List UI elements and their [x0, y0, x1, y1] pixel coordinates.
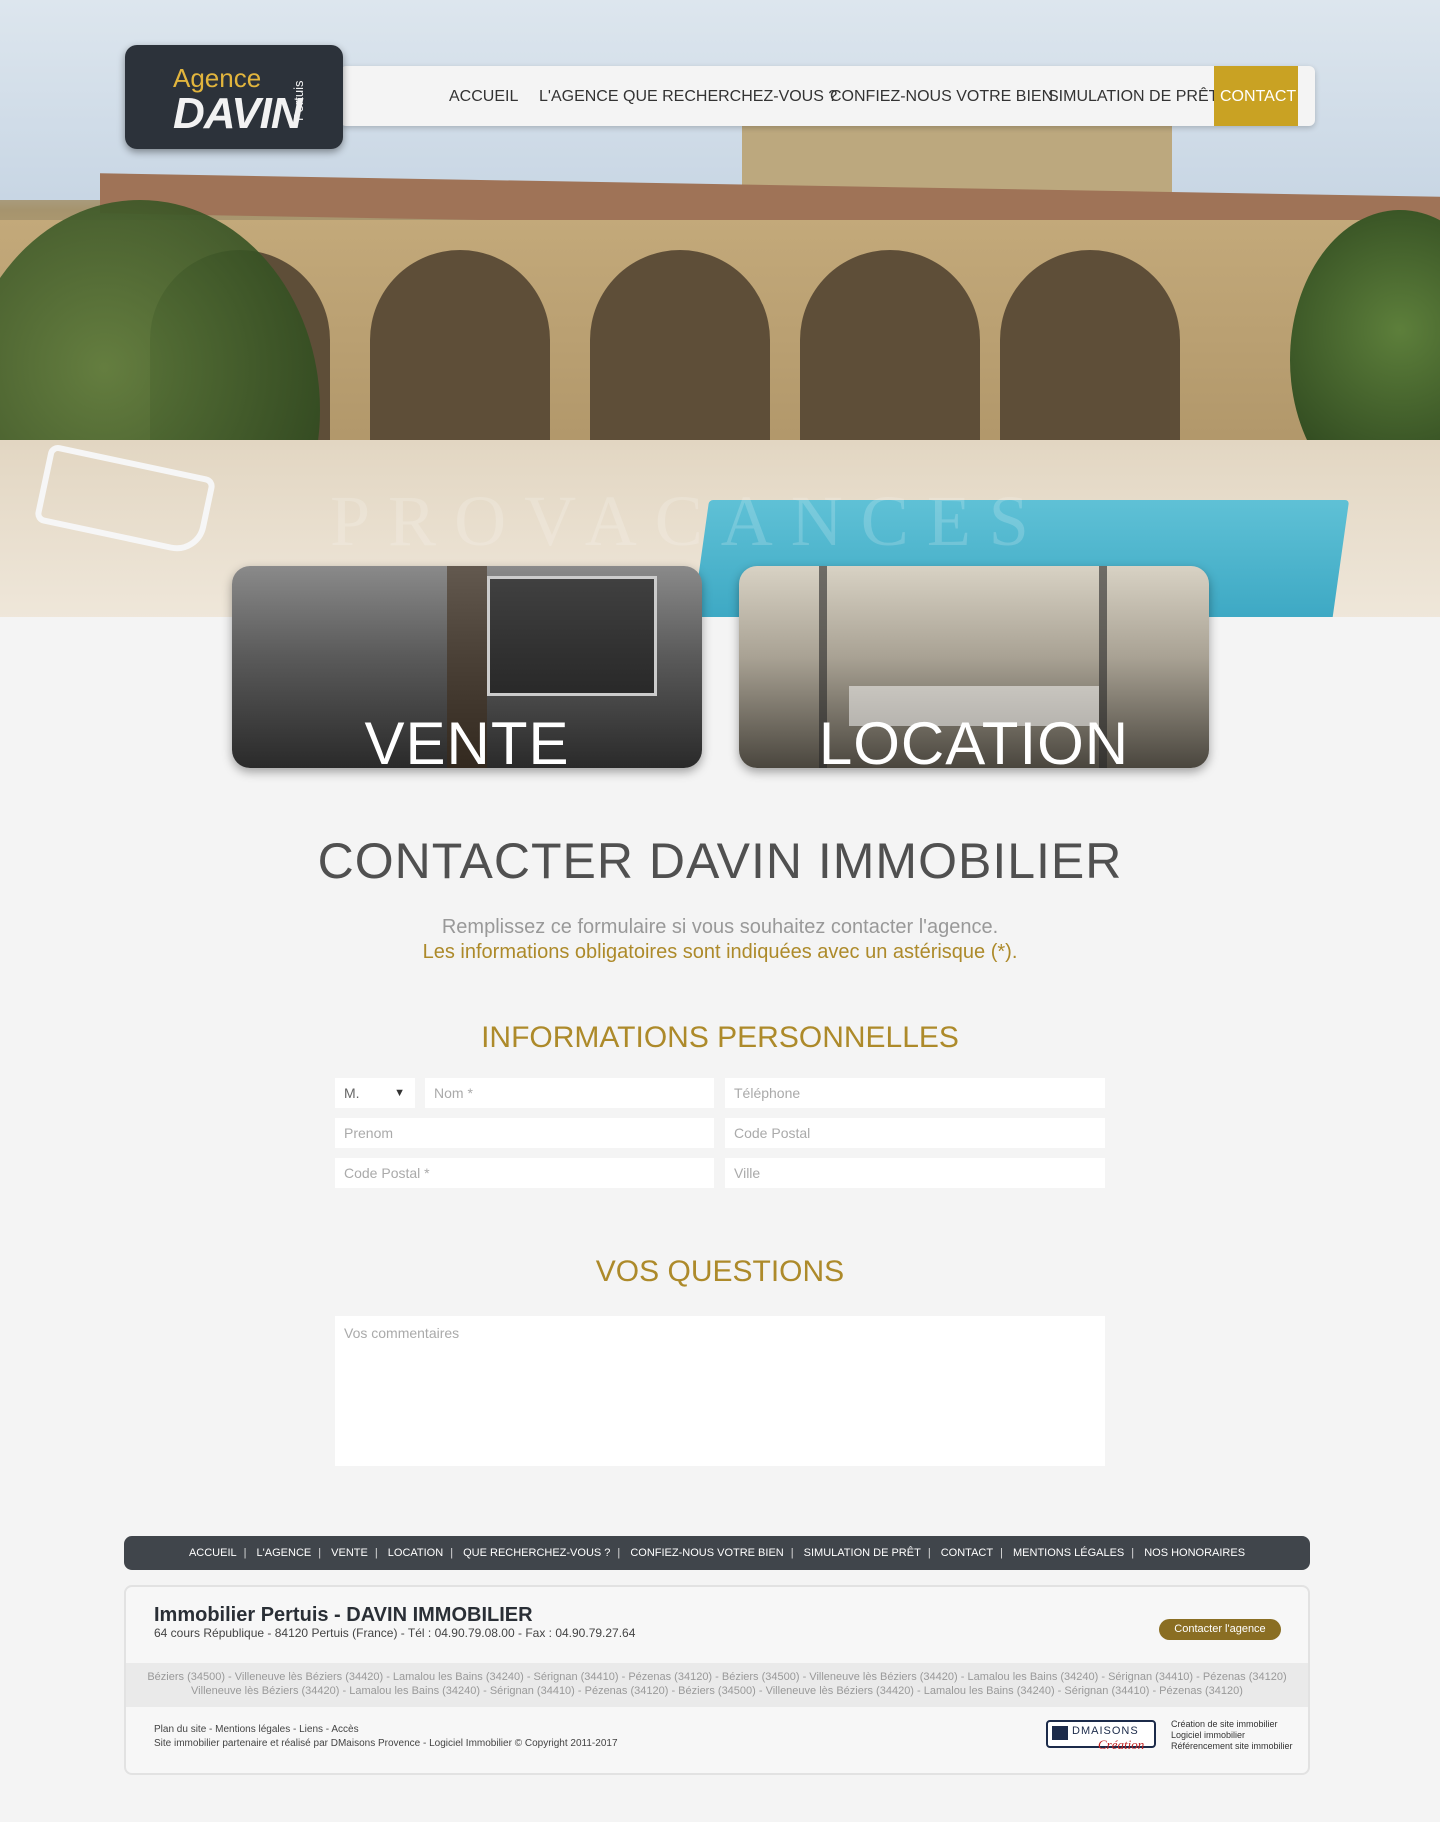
footer-nav-agence[interactable]: L'AGENCE — [257, 1547, 312, 1559]
comments-textarea[interactable]: Vos commentaires — [335, 1316, 1105, 1466]
footer-cities-line: Béziers (34500) - Villeneuve lès Béziers… — [147, 1671, 1287, 1683]
footer-nav-vente[interactable]: VENTE — [331, 1547, 368, 1559]
footer-nav-separator: | — [243, 1547, 247, 1559]
dmaisons-logo[interactable]: DMAISONS Création — [1046, 1720, 1156, 1752]
footer-nav-separator: | — [318, 1547, 322, 1559]
dmaisons-service-link[interactable]: Création de site immobilier — [1171, 1719, 1293, 1730]
code-postal-field[interactable]: Code Postal * — [335, 1158, 714, 1188]
footer-nav-separator: | — [790, 1547, 794, 1559]
footer-link-plan[interactable]: Plan du site — [154, 1724, 206, 1735]
nom-field[interactable]: Nom * — [425, 1078, 714, 1108]
footer-company-name: Immobilier Pertuis - DAVIN IMMOBILIER — [154, 1604, 533, 1626]
civility-select[interactable]: M. ▼ — [335, 1078, 415, 1108]
dmaisons-creation: Création — [1098, 1737, 1145, 1752]
logo-pertuis-text: Pertuis — [291, 80, 306, 121]
footer-link-acces[interactable]: Accès — [331, 1724, 358, 1735]
hero-arch — [800, 250, 980, 440]
logo-davin-text: DAVIN — [173, 89, 303, 138]
contact-agency-button[interactable]: Contacter l'agence — [1159, 1619, 1281, 1640]
footer-cities: Béziers (34500) - Villeneuve lès Béziers… — [126, 1663, 1308, 1707]
footer-nav-contact[interactable]: CONTACT — [941, 1547, 993, 1559]
footer-nav-location[interactable]: LOCATION — [388, 1547, 443, 1559]
hero-arch — [370, 250, 550, 440]
footer-credit: Site immobilier partenaire et réalisé pa… — [154, 1738, 618, 1749]
footer-nav-confiez[interactable]: CONFIEZ-NOUS VOTRE BIEN — [630, 1547, 783, 1559]
hero-arch — [1000, 250, 1180, 440]
footer-nav-recherche[interactable]: QUE RECHERCHEZ-VOUS ? — [463, 1547, 610, 1559]
nav-agence[interactable]: L'AGENCE — [539, 66, 619, 126]
footer-nav-simulation[interactable]: SIMULATION DE PRÊT — [804, 1547, 921, 1559]
agency-logo[interactable]: Agence DAVIN Pertuis — [125, 45, 343, 149]
footer-links: Plan du site - Mentions légales - Liens … — [154, 1724, 618, 1749]
civility-select-value: M. — [344, 1085, 360, 1101]
footer-nav-separator: | — [1131, 1547, 1135, 1559]
prenom-field[interactable]: Prenom — [335, 1118, 714, 1148]
nav-accueil[interactable]: ACCUEIL — [449, 66, 518, 126]
tile-location-label: LOCATION — [818, 710, 1130, 768]
main-nav: ACCUEIL L'AGENCE QUE RECHERCHEZ-VOUS ? C… — [340, 66, 1315, 126]
footer-nav-separator: | — [927, 1547, 931, 1559]
tile-vente-label: VENTE — [364, 710, 570, 768]
footer-address: 64 cours République - 84120 Pertuis (Fra… — [154, 1626, 636, 1640]
footer-nav-honoraires[interactable]: NOS HONORAIRES — [1144, 1547, 1245, 1559]
dmaisons-brand: DMAISONS — [1072, 1725, 1139, 1737]
footer-link-mentions[interactable]: Mentions légales — [215, 1724, 290, 1735]
required-note: Les informations obligatoires sont indiq… — [422, 941, 1018, 963]
hero-watermark: PROVACANCES — [330, 481, 1047, 561]
page-title: CONTACTER DAVIN IMMOBILIER — [317, 833, 1123, 889]
nav-contact[interactable]: CONTACT — [1214, 66, 1298, 126]
telephone-field[interactable]: Téléphone — [725, 1078, 1105, 1108]
footer-cities-line: Villeneuve lès Béziers (34420) - Lamalou… — [191, 1685, 1243, 1697]
dmaisons-service-link[interactable]: Référencement site immobilier — [1171, 1741, 1293, 1752]
footer-nav-separator: | — [374, 1547, 378, 1559]
nav-simulation[interactable]: SIMULATION DE PRÊT — [1048, 66, 1218, 126]
footer-nav-separator: | — [1000, 1547, 1003, 1559]
code-postal-field-secondary[interactable]: Code Postal — [725, 1118, 1105, 1148]
dmaisons-service-link[interactable]: Logiciel immobilier — [1171, 1730, 1293, 1741]
section-title-personal: INFORMATIONS PERSONNELLES — [481, 1021, 959, 1054]
section-title-questions: VOS QUESTIONS — [595, 1255, 845, 1288]
footer-nav-separator: | — [617, 1547, 621, 1559]
footer-nav-mentions[interactable]: MENTIONS LÉGALES — [1013, 1547, 1124, 1559]
tile-location[interactable]: LOCATION — [739, 566, 1209, 768]
footer-nav-separator: | — [450, 1547, 454, 1559]
tile-vente-image-window — [487, 576, 657, 696]
footer-link-liens[interactable]: Liens — [299, 1724, 323, 1735]
nav-confiez[interactable]: CONFIEZ-NOUS VOTRE BIEN — [830, 66, 1053, 126]
ville-field[interactable]: Ville — [725, 1158, 1105, 1188]
intro-text: Remplissez ce formulaire si vous souhait… — [441, 916, 999, 938]
house-icon — [1052, 1726, 1068, 1740]
hero-arch — [590, 250, 770, 440]
footer-nav: ACCUEIL | L'AGENCE | VENTE | LOCATION | QUE … — [124, 1536, 1310, 1570]
footer-info: Immobilier Pertuis - DAVIN IMMOBILIER 64… — [124, 1585, 1310, 1775]
tile-vente[interactable]: VENTE — [232, 566, 702, 768]
chevron-down-icon: ▼ — [394, 1087, 405, 1099]
dmaisons-services: Création de site immobilier Logiciel imm… — [1171, 1719, 1293, 1752]
nav-recherche[interactable]: QUE RECHERCHEZ-VOUS ? — [623, 66, 837, 126]
footer-nav-accueil[interactable]: ACCUEIL — [189, 1547, 237, 1559]
